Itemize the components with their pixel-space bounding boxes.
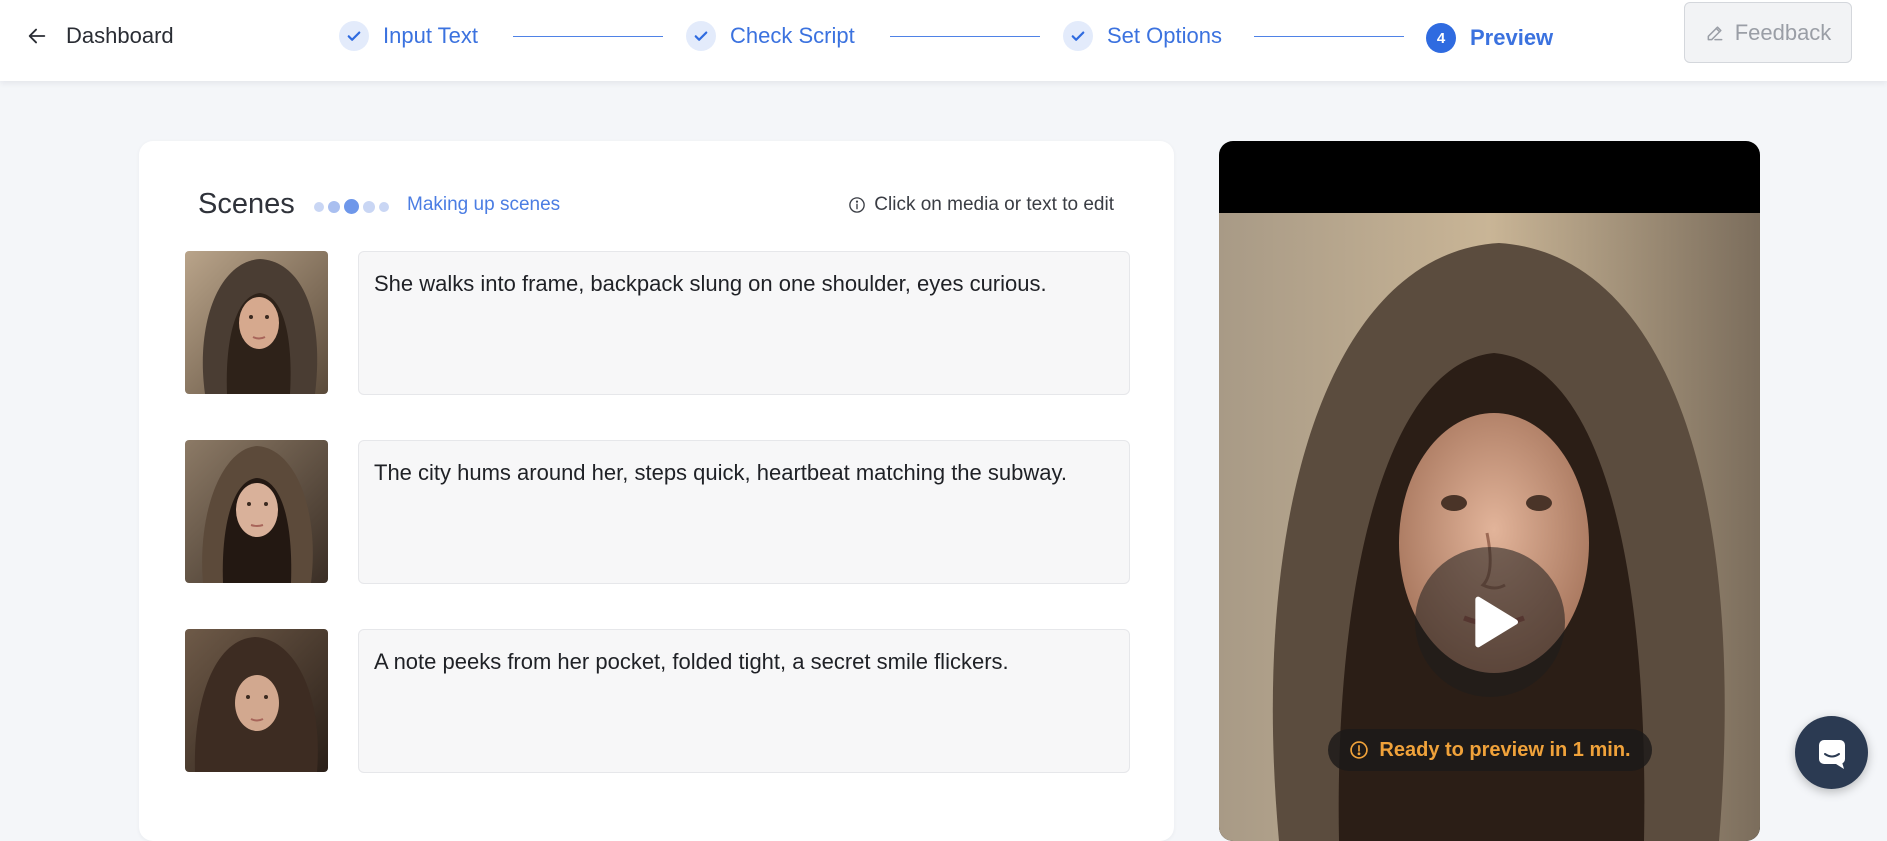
check-icon — [686, 21, 716, 51]
arrow-left-icon — [28, 28, 46, 44]
check-icon — [1063, 21, 1093, 51]
step-label: Input Text — [383, 23, 478, 48]
step-preview[interactable]: 4 Preview — [1426, 20, 1553, 56]
scene-row: She walks into frame, backpack slung on … — [185, 251, 1130, 395]
back-label: Dashboard — [66, 23, 174, 48]
step-number: 4 — [1426, 23, 1456, 53]
edit-hint: Click on media or text to edit — [848, 194, 1114, 216]
scene-media-thumbnail[interactable] — [185, 629, 328, 772]
ready-status-text: Ready to preview in 1 min. — [1379, 738, 1631, 761]
scene-text-field[interactable]: A note peeks from her pocket, folded tig… — [358, 629, 1130, 773]
feedback-button[interactable]: Feedback — [1684, 2, 1852, 63]
scene-media-thumbnail[interactable] — [185, 440, 328, 583]
step-label: Preview — [1470, 25, 1554, 50]
ready-status-badge: Ready to preview in 1 min. — [1328, 729, 1652, 771]
info-icon — [849, 197, 866, 213]
step-connector — [1254, 36, 1404, 37]
scene-media-thumbnail[interactable] — [185, 251, 328, 394]
back-to-dashboard[interactable]: Dashboard — [26, 22, 174, 50]
scene-row: The city hums around her, steps quick, h… — [185, 440, 1130, 584]
step-connector — [890, 36, 1040, 37]
scenes-status: Making up scenes — [407, 194, 561, 215]
step-label: Check Script — [730, 23, 855, 48]
step-check-script[interactable]: Check Script — [686, 18, 855, 54]
feedback-label: Feedback — [1734, 19, 1832, 45]
video-preview-panel: Ready to preview in 1 min. — [1219, 141, 1760, 841]
top-bar: Dashboard Input Text Check Script Set Op… — [0, 0, 1887, 81]
step-label: Set Options — [1107, 23, 1222, 48]
scene-row: A note peeks from her pocket, folded tig… — [185, 629, 1130, 773]
play-icon — [1475, 596, 1518, 648]
chat-icon — [1818, 739, 1845, 769]
scene-text-field[interactable]: The city hums around her, steps quick, h… — [358, 440, 1130, 584]
scenes-title: Scenes — [198, 188, 295, 220]
loading-dots-indicator — [314, 199, 389, 214]
chat-launcher-button[interactable] — [1795, 716, 1868, 789]
edit-hint-text: Click on media or text to edit — [874, 194, 1114, 215]
play-button[interactable] — [1415, 547, 1565, 697]
check-icon — [339, 21, 369, 51]
info-icon — [1350, 741, 1369, 759]
scenes-panel: Scenes Making up scenes Click on media o… — [139, 141, 1174, 841]
scene-text-field[interactable]: She walks into frame, backpack slung on … — [358, 251, 1130, 395]
step-connector — [513, 36, 663, 37]
step-set-options[interactable]: Set Options — [1063, 18, 1222, 54]
step-input-text[interactable]: Input Text — [339, 18, 478, 54]
pencil-icon — [1707, 25, 1723, 40]
